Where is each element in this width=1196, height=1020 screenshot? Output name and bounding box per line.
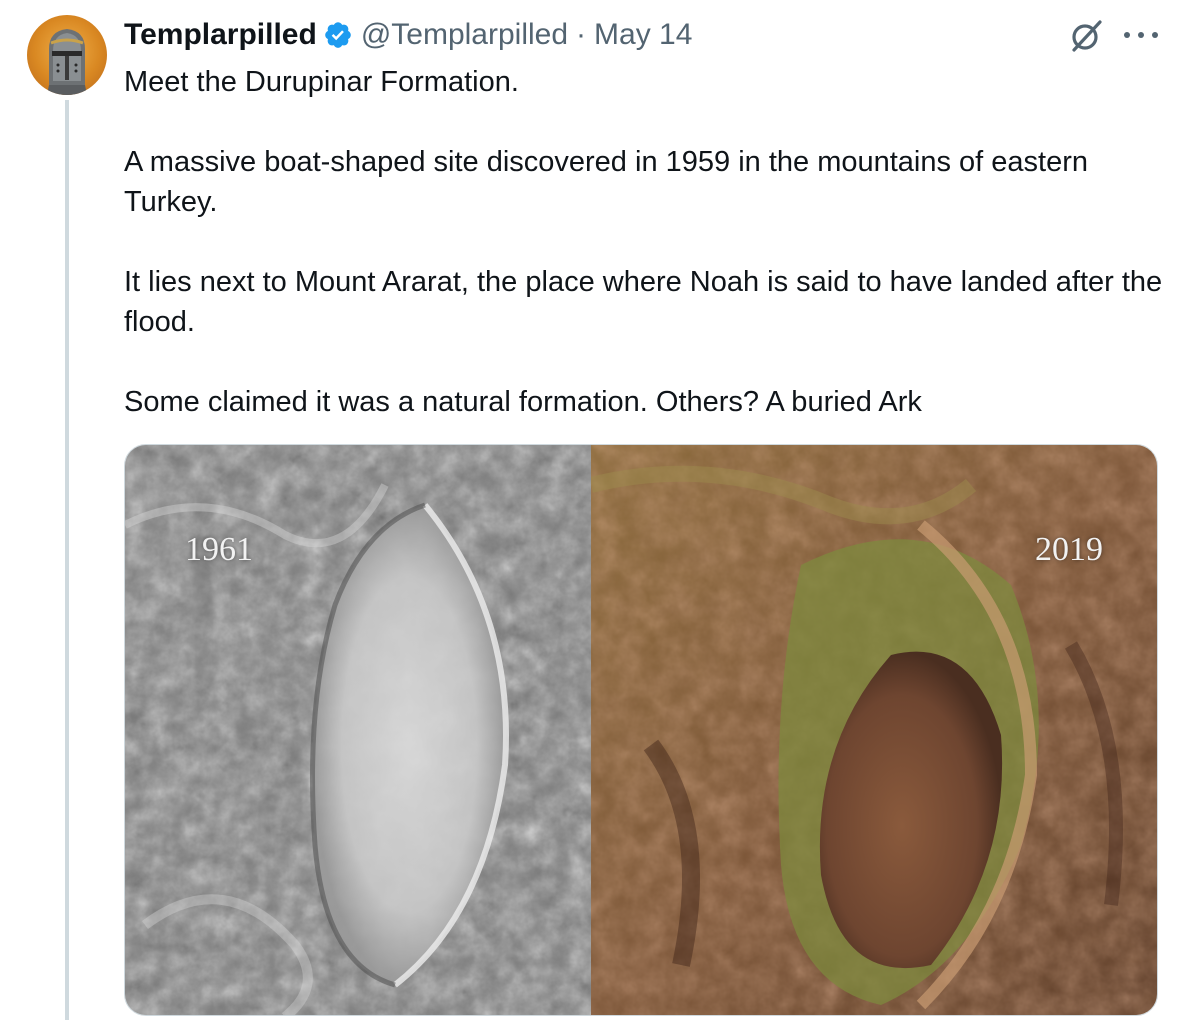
verified-badge-icon[interactable] [323, 20, 353, 50]
display-name[interactable]: Templarpilled [124, 18, 317, 52]
more-options-icon[interactable] [1124, 20, 1158, 50]
tweet: Templarpilled @Templarpilled · May 14 Me… [0, 0, 1196, 1020]
year-label-2019: 2019 [1035, 531, 1103, 568]
aerial-photo-2019: 2019 [589, 445, 1157, 1015]
tweet-paragraph: A massive boat-shaped site discovered in… [124, 146, 1089, 218]
tweet-media-image[interactable]: 1961 2019 [124, 444, 1158, 1016]
year-label-1961: 1961 [185, 531, 253, 568]
tweet-header: Templarpilled @Templarpilled · May 14 [124, 14, 692, 56]
tweet-paragraph: Some claimed it was a natural formation.… [124, 386, 922, 418]
tweet-paragraph: It lies next to Mount Ararat, the place … [124, 266, 1163, 338]
aerial-photo-1961: 1961 [125, 445, 591, 1015]
tweet-text: Meet the Durupinar Formation. A massive … [124, 62, 1174, 422]
user-handle[interactable]: @Templarpilled [361, 18, 568, 52]
knight-helmet-avatar-icon [47, 29, 87, 95]
separator-dot: · [576, 18, 587, 51]
tweet-date[interactable]: May 14 [594, 18, 692, 52]
thread-line [65, 100, 69, 1020]
tweet-paragraph: Meet the Durupinar Formation. [124, 66, 519, 98]
grok-icon[interactable] [1066, 16, 1106, 56]
avatar[interactable] [27, 15, 107, 95]
